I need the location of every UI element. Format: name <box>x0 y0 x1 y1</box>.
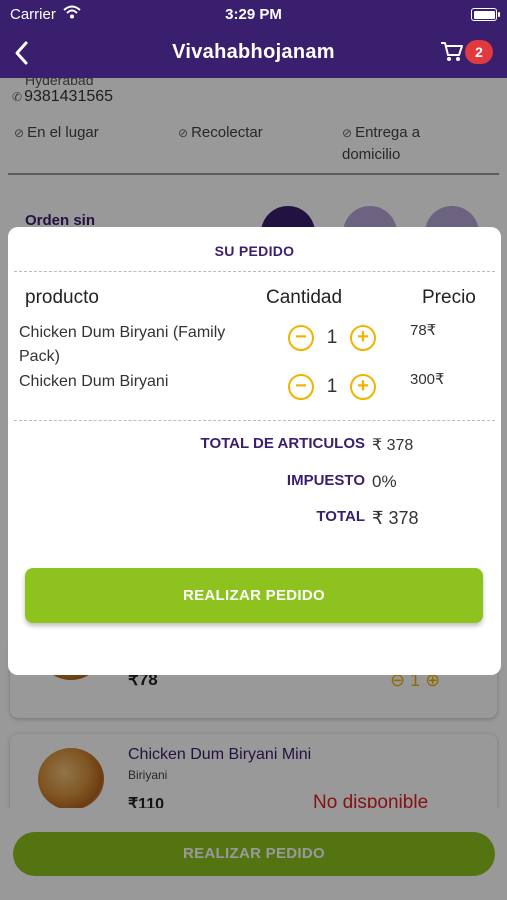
plus-circle-icon[interactable]: + <box>350 325 376 351</box>
quantity-stepper: − 1 + <box>288 325 376 351</box>
column-header-price: Precio <box>422 287 476 308</box>
dashed-divider <box>14 420 495 421</box>
order-summary-modal: SU PEDIDO producto Cantidad Precio Chick… <box>8 227 501 675</box>
column-header-quantity: Cantidad <box>266 287 343 308</box>
items-total-value: ₹ 378 <box>372 437 414 454</box>
nav-bar: Vivahabhojanam 2 <box>0 30 507 78</box>
place-order-button[interactable]: REALIZAR PEDIDO <box>25 568 483 623</box>
page-title: Vivahabhojanam <box>172 41 335 63</box>
grand-total-label: TOTAL <box>316 508 365 525</box>
plus-circle-icon[interactable]: + <box>350 374 376 400</box>
tax-row: IMPUESTO 0% <box>8 472 501 496</box>
minus-circle-icon[interactable]: − <box>288 374 314 400</box>
column-header-product: producto <box>25 287 99 308</box>
dashed-divider <box>14 271 495 272</box>
grand-total-row: TOTAL ₹ 378 <box>8 508 501 532</box>
order-item-price: 300₹ <box>410 371 445 388</box>
order-item-name: Chicken Dum Biryani <box>19 373 169 390</box>
modal-title: SU PEDIDO <box>214 243 295 259</box>
minus-circle-icon[interactable]: − <box>288 325 314 351</box>
items-total-row: TOTAL DE ARTICULOS ₹ 378 <box>8 435 501 459</box>
cart-icon[interactable] <box>440 41 464 63</box>
tax-value: 0% <box>372 472 397 491</box>
items-total-label: TOTAL DE ARTICULOS <box>200 435 365 452</box>
order-item-price: 78₹ <box>410 322 437 339</box>
order-item-name: Chicken Dum Biryani (Family Pack) <box>19 324 226 365</box>
cart-count-badge: 2 <box>465 40 493 64</box>
quantity-value: 1 <box>326 376 338 397</box>
grand-total-value: ₹ 378 <box>372 508 419 528</box>
battery-icon <box>471 8 500 21</box>
quantity-value: 1 <box>326 327 338 348</box>
clock: 3:29 PM <box>225 6 282 23</box>
status-bar: Carrier 3:29 PM <box>0 0 507 30</box>
quantity-stepper: − 1 + <box>288 374 376 400</box>
tax-label: IMPUESTO <box>286 472 365 489</box>
